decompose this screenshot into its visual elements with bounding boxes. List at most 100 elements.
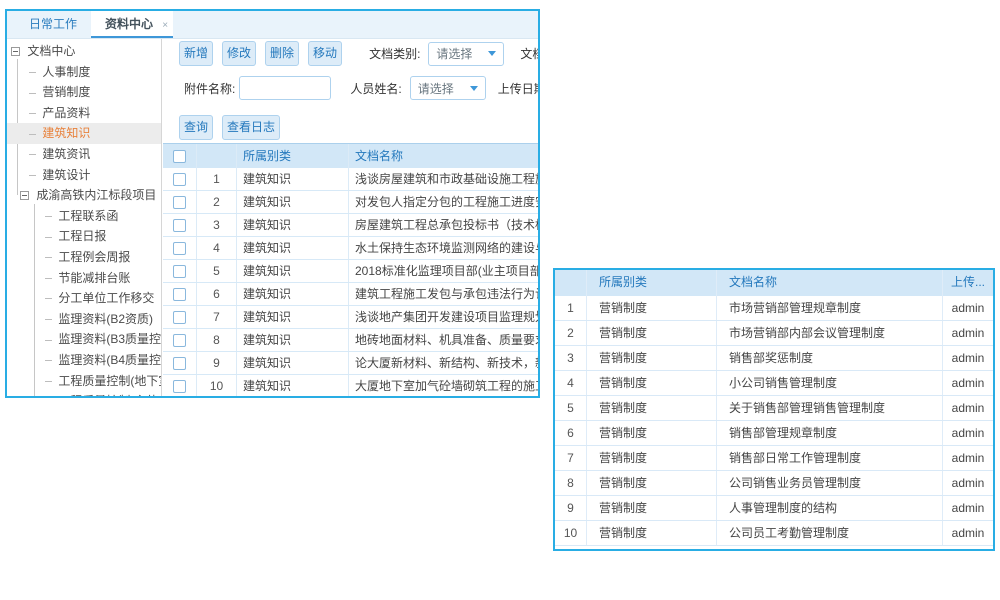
query-button[interactable]: 查询 (179, 115, 213, 140)
table-row[interactable]: 7 营销制度 销售部日常工作管理制度 admin (555, 446, 993, 471)
view-log-button[interactable]: 查看日志 (222, 115, 280, 140)
tree-branch-tick (45, 360, 52, 361)
attachment-name-input[interactable] (239, 76, 331, 100)
add-button[interactable]: 新增 (179, 41, 213, 66)
row-checkbox[interactable] (173, 173, 186, 186)
row-index: 1 (197, 168, 237, 190)
tree-branch-tick (29, 113, 36, 114)
tree-item[interactable]: 工程质量控制(地下室) (7, 371, 161, 392)
table-row[interactable]: 5 营销制度 关于销售部管理销售管理制度 admin (555, 396, 993, 421)
toolbar-row-3: 查询 查看日志 (179, 115, 538, 140)
doc-category-value: 请选择 (436, 45, 472, 62)
tree-item-label: 监理资料(B2资质) (58, 312, 153, 326)
collapse-icon[interactable] (11, 47, 20, 56)
tree-item-label: 工程例会周报 (58, 250, 130, 264)
tree-item[interactable]: 文档中心 (7, 41, 161, 62)
move-button[interactable]: 移动 (308, 41, 342, 66)
row-uploader: admin (943, 471, 993, 495)
row-docname: 2018标准化监理项目部(业主项目部)人员... (349, 260, 538, 282)
table-row[interactable]: 9 建筑知识 论大厦新材料、新结构、新技术，新工... (163, 352, 538, 375)
row-checkbox[interactable] (173, 311, 186, 324)
table-row[interactable]: 3 营销制度 销售部奖惩制度 admin (555, 346, 993, 371)
row-docname: 市场营销部管理规章制度 (717, 296, 943, 320)
row-checkbox[interactable] (173, 380, 186, 393)
row-checkbox[interactable] (173, 288, 186, 301)
table-row[interactable]: 3 建筑知识 房屋建筑工程总承包投标书（技术标）... (163, 214, 538, 237)
row-checkbox[interactable] (173, 334, 186, 347)
row-category: 营销制度 (587, 371, 717, 395)
toolbar-row-1: 新增 修改 删除 移动 文档类别: 请选择 文档名称: (179, 41, 538, 66)
tree-item[interactable]: 人事制度 (7, 62, 161, 83)
tree-item[interactable]: 营销制度 (7, 82, 161, 103)
row-uploader: admin (943, 446, 993, 470)
table-row[interactable]: 10 营销制度 公司员工考勤管理制度 admin (555, 521, 993, 546)
tree-item[interactable]: 成渝高铁内江标段项目 (7, 185, 161, 206)
table-row[interactable]: 6 营销制度 销售部管理规章制度 admin (555, 421, 993, 446)
tree-item[interactable]: 建筑知识 (7, 123, 161, 144)
tab-data-center[interactable]: 资料中心 × (91, 11, 173, 38)
person-name-value: 请选择 (418, 80, 454, 97)
row-index: 3 (555, 346, 587, 370)
table-row[interactable]: 5 建筑知识 2018标准化监理项目部(业主项目部)人员... (163, 260, 538, 283)
tree-item[interactable]: 工程质量控制(主体) (7, 391, 161, 396)
tree-item[interactable]: 建筑资讯 (7, 144, 161, 165)
table-row[interactable]: 4 营销制度 小公司销售管理制度 admin (555, 371, 993, 396)
tree-item[interactable]: 工程日报 (7, 226, 161, 247)
tree-item[interactable]: 分工单位工作移交 (7, 288, 161, 309)
table-row[interactable]: 4 建筑知识 水土保持生态环境监测网络的建设与资... (163, 237, 538, 260)
table-row[interactable]: 2 建筑知识 对发包人指定分包的工程施工进度安排... (163, 191, 538, 214)
row-uploader: admin (943, 371, 993, 395)
row-category: 营销制度 (587, 521, 717, 545)
doc-category-select[interactable]: 请选择 (428, 42, 504, 66)
tree-branch-tick (29, 134, 36, 135)
row-docname: 地砖地面材料、机具准备、质量要求及... (349, 329, 538, 351)
row-index: 3 (197, 214, 237, 236)
tree-item-label: 成渝高铁内江标段项目 (36, 188, 156, 202)
tree-item[interactable]: 工程例会周报 (7, 247, 161, 268)
table-row[interactable]: 1 建筑知识 浅谈房屋建筑和市政基础设施工程施工... (163, 168, 538, 191)
tree-item-label: 分工单位工作移交 (58, 291, 154, 305)
table-row[interactable]: 1 营销制度 市场营销部管理规章制度 admin (555, 296, 993, 321)
row-docname: 对发包人指定分包的工程施工进度安排... (349, 191, 538, 213)
tab-bar: 日常工作 资料中心 × (7, 11, 538, 39)
tree-item[interactable]: 监理资料(B2资质) (7, 309, 161, 330)
table-row[interactable]: 6 建筑知识 建筑工程施工发包与承包违法行为认定... (163, 283, 538, 306)
row-checkbox[interactable] (173, 196, 186, 209)
edit-button[interactable]: 修改 (222, 41, 256, 66)
row-category: 建筑知识 (237, 375, 349, 396)
row-checkbox[interactable] (173, 242, 186, 255)
close-icon[interactable]: × (162, 13, 168, 39)
table-row[interactable]: 9 营销制度 人事管理制度的结构 admin (555, 496, 993, 521)
row-docname: 销售部日常工作管理制度 (717, 446, 943, 470)
tree-branch-tick (29, 154, 36, 155)
table-row[interactable]: 8 营销制度 公司销售业务员管理制度 admin (555, 471, 993, 496)
row-index: 4 (555, 371, 587, 395)
table-row[interactable]: 2 营销制度 市场营销部内部会议管理制度 admin (555, 321, 993, 346)
delete-button[interactable]: 删除 (265, 41, 299, 66)
table-row[interactable]: 8 建筑知识 地砖地面材料、机具准备、质量要求及... (163, 329, 538, 352)
tab-daily-work[interactable]: 日常工作 (15, 11, 91, 38)
row-checkbox[interactable] (173, 357, 186, 370)
table-row[interactable]: 7 建筑知识 浅谈地产集团开发建设项目监理规划编... (163, 306, 538, 329)
tree-item[interactable]: 监理资料(B4质量控制) (7, 350, 161, 371)
tree-item[interactable]: 工程联系函 (7, 206, 161, 227)
table-row[interactable]: 10 建筑知识 大厦地下室加气砼墙砌筑工程的施工方... (163, 375, 538, 396)
row-checkbox[interactable] (173, 219, 186, 232)
row-docname: 销售部奖惩制度 (717, 346, 943, 370)
collapse-icon[interactable] (20, 191, 29, 200)
tree-item[interactable]: 节能减排台账 (7, 268, 161, 289)
tree-item-label: 文档中心 (27, 44, 75, 58)
row-category: 建筑知识 (237, 168, 349, 190)
select-all-checkbox[interactable] (173, 150, 186, 163)
category-column-header: 所属别类 (587, 270, 717, 296)
tree-item[interactable]: 产品资料 (7, 103, 161, 124)
row-docname: 房屋建筑工程总承包投标书（技术标）... (349, 214, 538, 236)
row-uploader: admin (943, 296, 993, 320)
person-name-select[interactable]: 请选择 (410, 76, 486, 100)
tree-item[interactable]: 建筑设计 (7, 165, 161, 186)
row-index: 1 (555, 296, 587, 320)
tree-item-label: 工程质量控制(主体) (58, 394, 162, 396)
table-header: 所属别类 文档名称 (163, 143, 538, 168)
row-checkbox[interactable] (173, 265, 186, 278)
tree-item[interactable]: 监理资料(B3质量控制) (7, 329, 161, 350)
